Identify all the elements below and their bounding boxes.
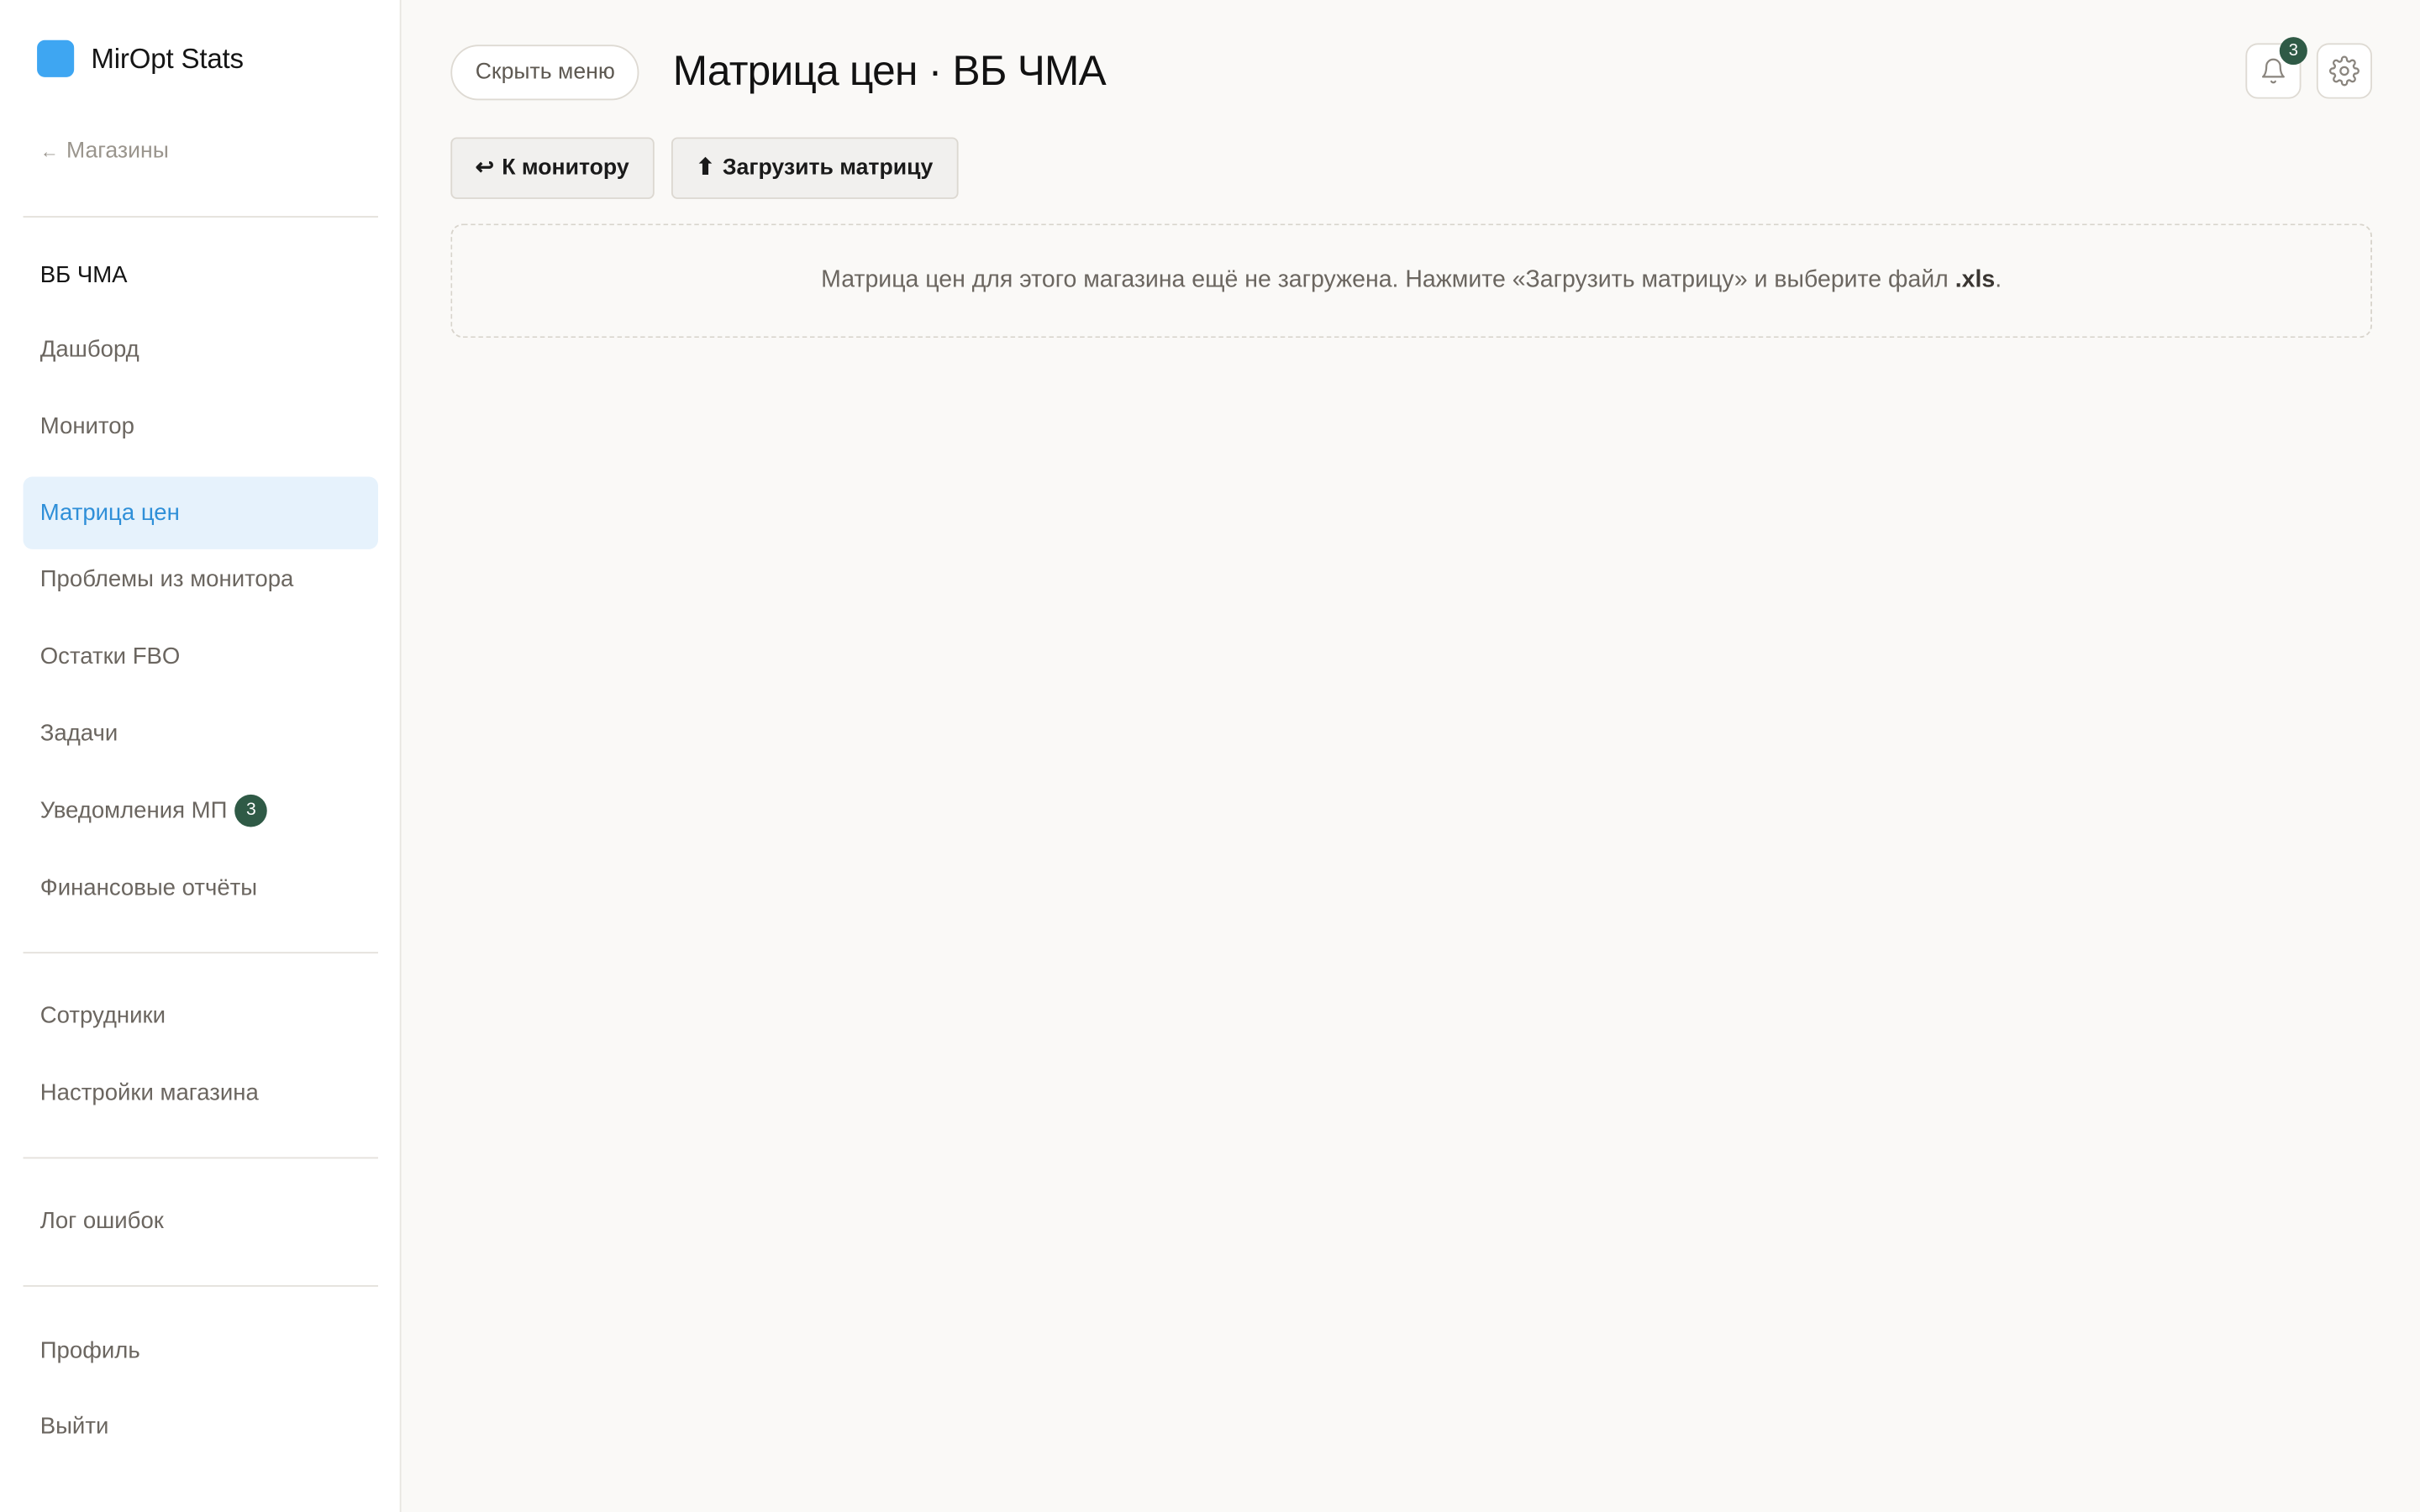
sidebar-divider	[23, 1284, 378, 1287]
page-title: Матрица цен · ВБ ЧМА	[672, 47, 1107, 95]
back-to-stores-link[interactable]: ← Магазины	[40, 139, 169, 163]
notifications-count-badge: 3	[2279, 37, 2307, 66]
file-extension: .xls	[1954, 266, 1996, 293]
sidebar-item-label: Матрица цен	[39, 500, 180, 527]
back-to-monitor-label: К монитору	[502, 155, 629, 181]
store-name: ВБ ЧМА	[39, 262, 128, 289]
sidebar-item-label: Уведомления МП	[39, 796, 228, 823]
sidebar: MirOpt Stats ← Магазины ВБ ЧМА Дашборд М…	[0, 0, 402, 1512]
back-arrow-icon: ←	[39, 140, 59, 162]
sidebar-item-monitor[interactable]: Монитор	[24, 391, 378, 461]
sidebar-item-store-settings[interactable]: Настройки магазина	[24, 1057, 378, 1127]
hide-menu-button[interactable]: Скрыть меню	[450, 45, 640, 101]
brand[interactable]: MirOpt Stats	[37, 39, 244, 77]
empty-state-message: Матрица цен для этого магазина ещё не за…	[821, 266, 1949, 293]
sidebar-item-label: Остатки FBO	[39, 642, 181, 669]
sidebar-item-tasks[interactable]: Задачи	[24, 697, 378, 768]
sidebar-item-label: Финансовые отчёты	[39, 874, 258, 900]
empty-state-text: Матрица цен для этого магазина ещё не за…	[821, 267, 2002, 295]
brand-name: MirOpt Stats	[91, 42, 244, 74]
back-to-stores-label: Магазины	[66, 139, 169, 164]
upload-matrix-button[interactable]: ⬆ Загрузить матрицу	[671, 137, 958, 199]
sidebar-divider	[23, 1157, 378, 1159]
bell-icon	[2261, 58, 2285, 84]
empty-state-period: .	[1995, 266, 2002, 293]
sidebar-item-price-matrix[interactable]: Матрица цен	[23, 476, 378, 549]
sidebar-item-profile[interactable]: Профиль	[24, 1315, 378, 1385]
upload-matrix-label: Загрузить матрицу	[722, 155, 934, 181]
app-root: MirOpt Stats ← Магазины ВБ ЧМА Дашборд М…	[0, 0, 2420, 1512]
sidebar-item-label: Профиль	[39, 1336, 140, 1363]
sidebar-item-label: Сотрудники	[39, 1001, 166, 1029]
settings-button[interactable]	[2316, 43, 2373, 99]
sidebar-item-label: Проблемы из монитора	[39, 565, 294, 592]
sidebar-divider	[23, 952, 378, 954]
sidebar-item-employees[interactable]: Сотрудники	[24, 979, 378, 1050]
sidebar-item-logout[interactable]: Выйти	[24, 1390, 378, 1461]
sidebar-item-label: Задачи	[39, 719, 118, 747]
return-arrow-icon: ↩	[475, 155, 495, 181]
sidebar-item-dashboard[interactable]: Дашборд	[24, 313, 378, 384]
sidebar-divider	[23, 216, 378, 218]
sidebar-item-label: Монитор	[39, 412, 134, 439]
sidebar-item-label: Дашборд	[39, 335, 139, 362]
sidebar-item-financial-reports[interactable]: Финансовые отчёты	[24, 852, 378, 922]
upload-arrow-icon: ⬆	[696, 155, 715, 181]
sidebar-item-mp-notifications[interactable]: Уведомления МП 3	[24, 774, 378, 845]
sidebar-item-label: Выйти	[39, 1412, 109, 1439]
sidebar-item-error-log[interactable]: Лог ошибок	[24, 1185, 378, 1256]
sidebar-item-label: Лог ошибок	[39, 1207, 164, 1234]
empty-state-panel: Матрица цен для этого магазина ещё не за…	[450, 223, 2373, 339]
sidebar-item-monitor-problems[interactable]: Проблемы из монитора	[24, 543, 378, 614]
brand-logo	[37, 39, 75, 77]
gear-icon	[2329, 55, 2360, 87]
sidebar-item-label: Настройки магазина	[39, 1079, 259, 1105]
sidebar-item-fbo-stock[interactable]: Остатки FBO	[24, 620, 378, 690]
back-to-monitor-button[interactable]: ↩ К монитору	[450, 137, 655, 199]
notifications-button[interactable]: 3	[2245, 37, 2307, 99]
notifications-count-badge: 3	[234, 793, 268, 827]
